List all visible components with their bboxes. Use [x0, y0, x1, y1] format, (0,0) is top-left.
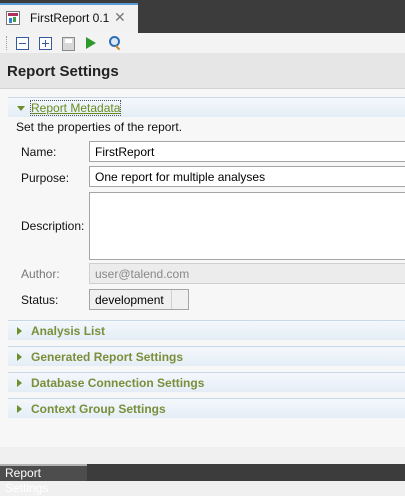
- editor-tab-title: FirstReport 0.1: [30, 11, 110, 25]
- section-report-metadata[interactable]: Report Metadata: [8, 97, 405, 117]
- section-analysis-list[interactable]: Analysis List: [8, 320, 405, 340]
- expand-all-icon: [39, 37, 52, 50]
- run-icon: [86, 37, 96, 49]
- section-database-connection-settings[interactable]: Database Connection Settings: [8, 372, 405, 392]
- status-select[interactable]: development: [89, 289, 189, 310]
- author-field: user@talend.com: [89, 263, 405, 284]
- dropdown-button[interactable]: [171, 290, 188, 309]
- close-icon[interactable]: ✕: [114, 9, 126, 25]
- chevron-right-icon: [17, 379, 22, 387]
- section-analysis-list-label[interactable]: Analysis List: [31, 324, 105, 338]
- status-select-value: development: [95, 293, 164, 307]
- description-label: Description:: [21, 219, 85, 233]
- status-label: Status:: [21, 293, 59, 307]
- toolbar-grip: [6, 36, 8, 50]
- horizontal-scroll-area: [0, 447, 405, 464]
- chevron-down-icon: [17, 106, 25, 111]
- chevron-right-icon: [17, 405, 22, 413]
- form-header: Report Settings: [0, 53, 405, 89]
- preview-icon: [109, 36, 120, 47]
- chevron-right-icon: [17, 327, 22, 335]
- run-button[interactable]: [83, 35, 99, 51]
- tab-report-settings-label: Report Settings: [5, 466, 49, 495]
- page-title: Report Settings: [7, 63, 119, 80]
- tab-report-settings[interactable]: Report Settings: [0, 464, 87, 495]
- description-textarea[interactable]: [89, 192, 405, 260]
- name-field[interactable]: FirstReport: [89, 141, 405, 162]
- collapse-all-button[interactable]: [14, 35, 30, 51]
- editor-tab-strip: FirstReport 0.1 ✕: [0, 0, 405, 33]
- section-description: Set the properties of the report.: [16, 120, 183, 134]
- name-label: Name:: [21, 145, 57, 159]
- section-report-metadata-label[interactable]: Report Metadata: [29, 100, 122, 116]
- section-generated-report-settings[interactable]: Generated Report Settings: [8, 346, 405, 366]
- section-database-connection-settings-label[interactable]: Database Connection Settings: [31, 376, 204, 390]
- page-tab-bar: Report Settings: [0, 464, 405, 495]
- expand-all-button[interactable]: [37, 35, 53, 51]
- author-label: Author:: [21, 267, 60, 281]
- chevron-right-icon: [17, 353, 22, 361]
- editor-toolbar: [0, 33, 405, 53]
- section-context-group-settings-label[interactable]: Context Group Settings: [31, 402, 166, 416]
- preview-button[interactable]: [106, 35, 122, 51]
- section-context-group-settings[interactable]: Context Group Settings: [8, 398, 405, 418]
- collapse-all-icon: [16, 37, 29, 50]
- purpose-field[interactable]: One report for multiple analyses: [89, 166, 405, 187]
- section-generated-report-settings-label[interactable]: Generated Report Settings: [31, 350, 183, 364]
- purpose-label: Purpose:: [21, 171, 70, 185]
- report-editor-icon: [6, 11, 20, 25]
- save-button[interactable]: [60, 35, 76, 51]
- editor-tab-firstreport[interactable]: FirstReport 0.1 ✕: [0, 3, 138, 33]
- save-icon: [62, 37, 75, 51]
